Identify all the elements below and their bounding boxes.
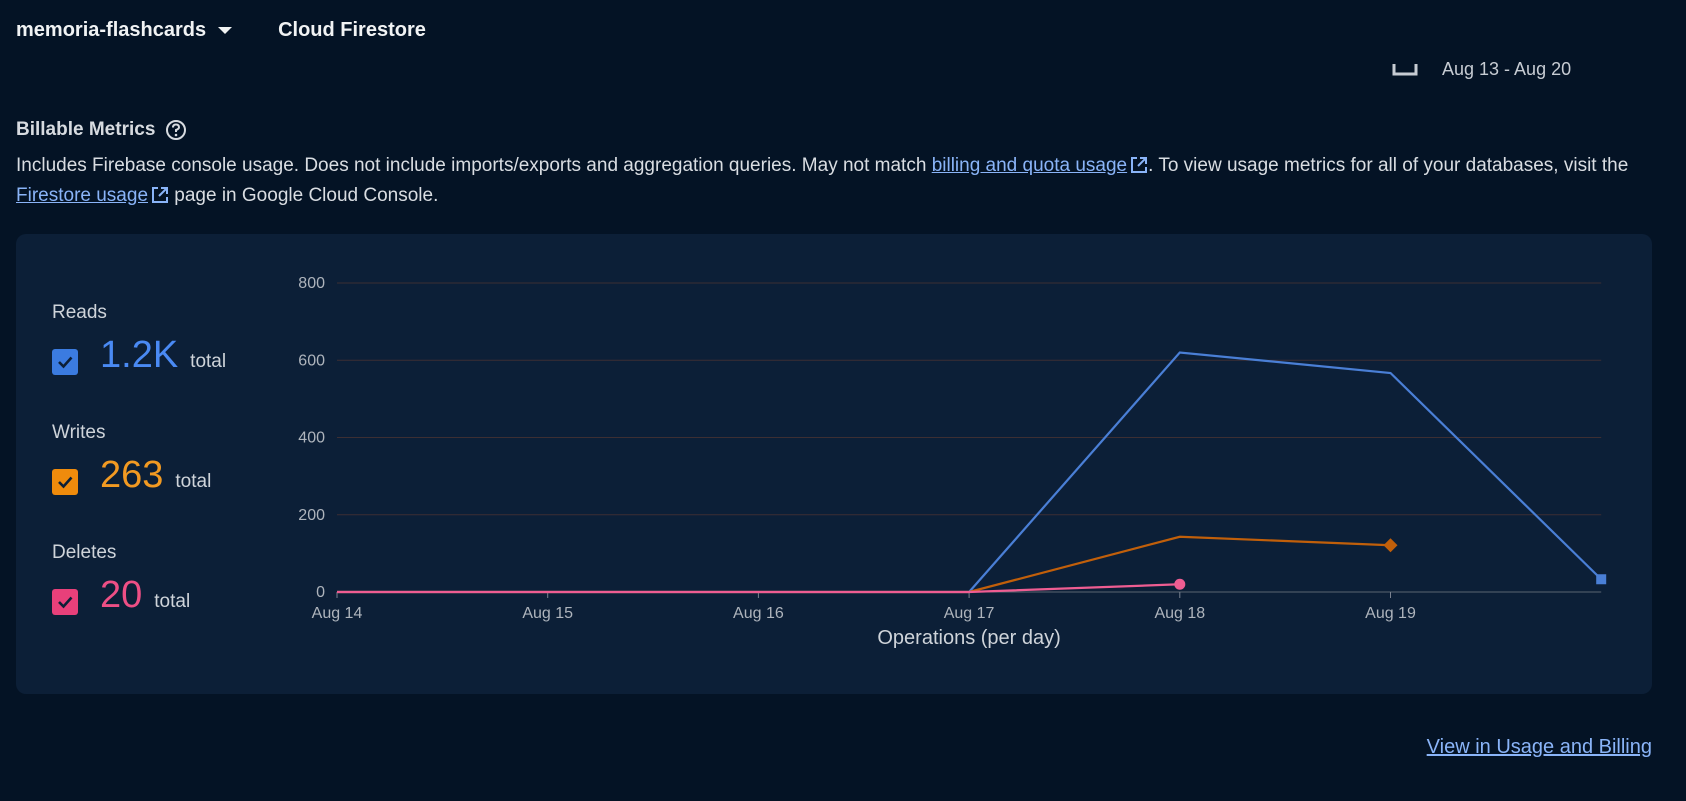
billing-quota-link[interactable]: billing and quota usage bbox=[932, 155, 1127, 176]
project-name: memoria-flashcards bbox=[16, 18, 207, 41]
y-tick-label: 200 bbox=[298, 507, 325, 524]
section-title: Billable Metrics bbox=[16, 119, 187, 141]
product-title: Cloud Firestore bbox=[278, 18, 426, 41]
y-tick-label: 0 bbox=[316, 584, 325, 601]
metrics-card: Reads 1.2K total Writes 263 total Delete… bbox=[16, 234, 1652, 694]
deletes-line bbox=[337, 583, 1180, 594]
desc-text-1: Includes Firebase console usage. Does no… bbox=[16, 155, 932, 176]
calendar-icon bbox=[1392, 63, 1418, 75]
x-tick-label: Aug 15 bbox=[522, 605, 573, 622]
reads-marker bbox=[1596, 574, 1607, 585]
x-tick-label: Aug 18 bbox=[1154, 605, 1205, 622]
desc-text-2: . To view usage metrics for all of your … bbox=[1148, 155, 1629, 176]
usage-billing-link[interactable]: View in Usage and Billing bbox=[1427, 736, 1652, 759]
desc-text-3: page in Google Cloud Console. bbox=[169, 185, 439, 206]
chevron-down-icon bbox=[218, 26, 233, 34]
y-tick-label: 800 bbox=[298, 275, 325, 292]
section-title-text: Billable Metrics bbox=[16, 119, 156, 140]
date-range-text: Aug 13 - Aug 20 bbox=[1442, 59, 1572, 79]
help-icon[interactable] bbox=[165, 119, 187, 141]
x-tick-label: Aug 19 bbox=[1365, 605, 1416, 622]
x-axis-title: Operations (per day) bbox=[877, 627, 1060, 649]
y-tick-label: 400 bbox=[298, 430, 325, 447]
x-tick-label: Aug 17 bbox=[944, 605, 995, 622]
external-link-icon[interactable] bbox=[1130, 156, 1148, 174]
date-range-picker[interactable]: Aug 13 - Aug 20 bbox=[1392, 59, 1571, 80]
external-link-icon[interactable] bbox=[151, 186, 169, 204]
y-tick-label: 600 bbox=[298, 352, 325, 369]
writes-marker bbox=[1383, 538, 1398, 553]
project-selector[interactable]: memoria-flashcards bbox=[16, 18, 233, 42]
section-description: Includes Firebase console usage. Does no… bbox=[16, 151, 1656, 211]
firestore-usage-link[interactable]: Firestore usage bbox=[16, 185, 148, 206]
x-tick-label: Aug 16 bbox=[733, 605, 784, 622]
x-tick-label: Aug 14 bbox=[312, 605, 363, 622]
reads-line bbox=[337, 351, 1602, 594]
writes-line bbox=[337, 535, 1391, 594]
operations-chart: 0 200 400 600 800 Aug 14 Aug 15 Aug 16 Aug 17 Aug… bbox=[298, 275, 1607, 649]
deletes-marker bbox=[1174, 578, 1186, 590]
top-bar: memoria-flashcards Cloud Firestore bbox=[16, 17, 426, 43]
